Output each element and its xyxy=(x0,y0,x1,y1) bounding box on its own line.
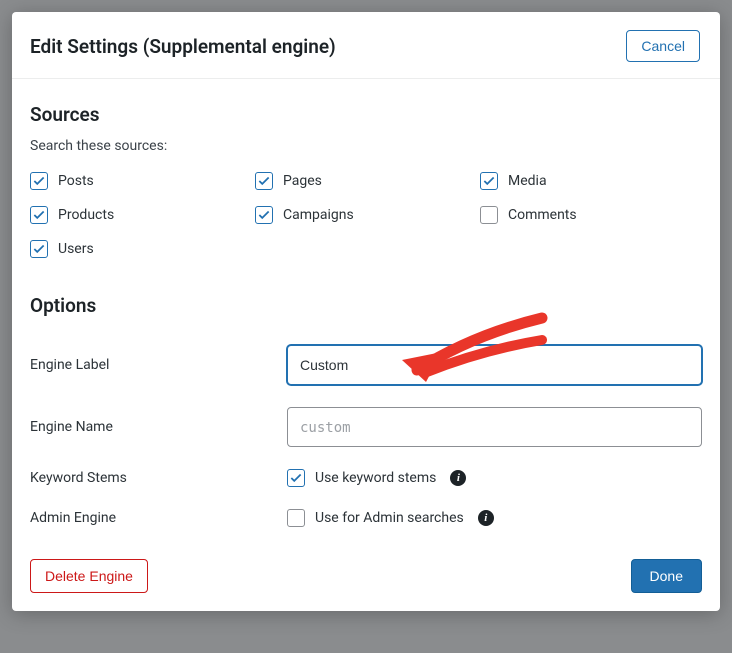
engine-name-input[interactable] xyxy=(287,407,702,447)
checkbox-users[interactable] xyxy=(30,240,48,258)
source-posts: Posts xyxy=(30,172,255,190)
sources-subtitle: Search these sources: xyxy=(30,138,702,154)
row-admin-engine: Admin Engine Use for Admin searches i xyxy=(30,509,702,527)
checkbox-campaigns[interactable] xyxy=(255,206,273,224)
info-icon[interactable]: i xyxy=(450,470,466,486)
sources-heading: Sources xyxy=(30,103,702,126)
label-admin-engine: Admin Engine xyxy=(30,510,287,526)
row-keyword-stems: Keyword Stems Use keyword stems i xyxy=(30,469,702,487)
label-keyword-stems: Keyword Stems xyxy=(30,470,287,486)
label-products: Products xyxy=(58,207,114,223)
delete-engine-button[interactable]: Delete Engine xyxy=(30,559,148,593)
check-icon xyxy=(289,471,303,485)
label-use-admin-searches: Use for Admin searches xyxy=(315,510,464,526)
source-users: Users xyxy=(30,240,255,258)
modal-footer: Delete Engine Done xyxy=(12,547,720,611)
edit-settings-modal: Edit Settings (Supplemental engine) Canc… xyxy=(12,12,720,611)
label-comments: Comments xyxy=(508,207,577,223)
label-engine-label: Engine Label xyxy=(30,357,287,373)
checkbox-posts[interactable] xyxy=(30,172,48,190)
checkbox-pages[interactable] xyxy=(255,172,273,190)
sources-grid: Posts Pages Media Products Campaigns Com… xyxy=(30,172,702,258)
label-posts: Posts xyxy=(58,173,94,189)
checkbox-admin-engine[interactable] xyxy=(287,509,305,527)
row-engine-label: Engine Label xyxy=(30,345,702,385)
label-users: Users xyxy=(58,241,94,257)
source-comments: Comments xyxy=(480,206,702,224)
check-icon xyxy=(32,208,46,222)
label-media: Media xyxy=(508,173,547,189)
source-media: Media xyxy=(480,172,702,190)
label-pages: Pages xyxy=(283,173,322,189)
check-icon xyxy=(482,174,496,188)
label-campaigns: Campaigns xyxy=(283,207,354,223)
info-icon[interactable]: i xyxy=(478,510,494,526)
source-pages: Pages xyxy=(255,172,480,190)
source-campaigns: Campaigns xyxy=(255,206,480,224)
engine-label-input[interactable] xyxy=(287,345,702,385)
check-icon xyxy=(32,242,46,256)
modal-header: Edit Settings (Supplemental engine) Canc… xyxy=(12,12,720,79)
row-engine-name: Engine Name xyxy=(30,407,702,447)
label-engine-name: Engine Name xyxy=(30,419,287,435)
modal-body: Sources Search these sources: Posts Page… xyxy=(12,79,720,547)
modal-title: Edit Settings (Supplemental engine) xyxy=(30,35,336,58)
cancel-button[interactable]: Cancel xyxy=(626,30,700,62)
done-button[interactable]: Done xyxy=(631,559,702,593)
label-use-keyword-stems: Use keyword stems xyxy=(315,470,436,486)
check-icon xyxy=(32,174,46,188)
check-icon xyxy=(257,208,271,222)
checkbox-products[interactable] xyxy=(30,206,48,224)
source-products: Products xyxy=(30,206,255,224)
checkbox-media[interactable] xyxy=(480,172,498,190)
options-heading: Options xyxy=(30,294,702,317)
checkbox-comments[interactable] xyxy=(480,206,498,224)
checkbox-keyword-stems[interactable] xyxy=(287,469,305,487)
check-icon xyxy=(257,174,271,188)
